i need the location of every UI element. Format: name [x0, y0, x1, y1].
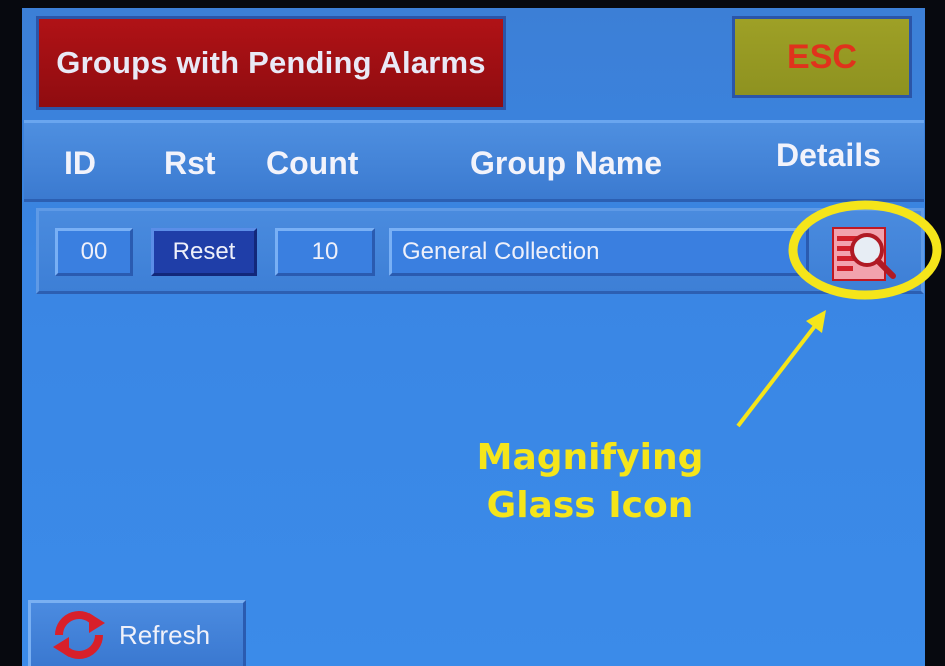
refresh-icon: [53, 611, 105, 659]
annotation-label: Magnifying Glass Icon: [460, 434, 720, 530]
annotation-line-2: Glass Icon: [486, 485, 694, 526]
column-header-count: Count: [266, 145, 359, 181]
group-name-cell: General Collection: [389, 228, 809, 276]
refresh-button[interactable]: Refresh: [28, 600, 246, 666]
table-header: ID Rst Count Group Name Details: [24, 120, 924, 202]
column-header-details: Details: [776, 137, 881, 173]
alarm-count-cell: 10: [275, 228, 375, 276]
column-header-rst: Rst: [164, 145, 216, 181]
esc-button[interactable]: ESC: [732, 16, 912, 98]
table-row: 00 Reset 10 General Collection: [36, 208, 924, 294]
magnifying-glass-icon: [832, 227, 896, 281]
bezel-top: [0, 0, 945, 8]
group-id-cell: 00: [55, 228, 133, 276]
annotation-line-1: Magnifying: [476, 437, 704, 478]
details-button[interactable]: [819, 219, 915, 289]
column-header-group-name: Group Name: [470, 145, 663, 181]
bezel-right: [925, 0, 945, 666]
screen: Groups with Pending Alarms ESC ID Rst Co…: [22, 8, 925, 666]
column-header-id: ID: [64, 145, 96, 181]
page-title: Groups with Pending Alarms: [36, 16, 506, 110]
reset-button[interactable]: Reset: [151, 228, 257, 276]
refresh-label: Refresh: [119, 619, 211, 650]
bezel-left: [0, 0, 22, 666]
